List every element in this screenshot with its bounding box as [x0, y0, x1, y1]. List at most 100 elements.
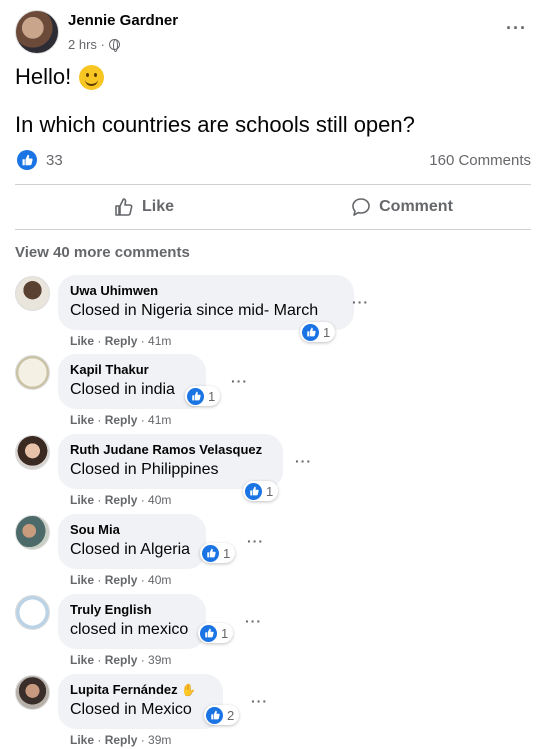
comment-reaction[interactable]: 1: [300, 322, 336, 342]
comment-text: Closed in Mexico: [70, 701, 192, 718]
commenter-avatar[interactable]: [15, 435, 50, 470]
commenter-avatar[interactable]: [15, 515, 50, 550]
comment-footer: Like · Reply · 41m: [70, 413, 172, 427]
comment-icon: [352, 198, 370, 216]
comment-text: Closed in Nigeria since mid- March: [70, 302, 319, 319]
divider: [15, 229, 531, 230]
commenter-avatar[interactable]: [15, 595, 50, 630]
like-reaction-icon: [200, 624, 217, 642]
comment-reaction[interactable]: 1: [243, 481, 279, 501]
comment-time[interactable]: 39m: [148, 733, 171, 747]
comment-button[interactable]: Comment: [273, 185, 531, 229]
commenter-name[interactable]: Ruth Judane Ramos Velasquez: [70, 442, 271, 457]
reaction-count: 1: [223, 545, 231, 561]
like-reaction-icon: [187, 387, 204, 405]
comment-reaction[interactable]: 2: [204, 705, 240, 725]
comment-text: Closed in Philippines: [70, 461, 219, 478]
comment-time[interactable]: 41m: [148, 413, 171, 427]
comment-like-link[interactable]: Like: [70, 573, 94, 587]
reaction-count: 1: [208, 388, 216, 404]
comment-options-icon[interactable]: ···: [231, 373, 248, 389]
thumbs-up-icon: [115, 198, 133, 216]
comments-count[interactable]: 160 Comments: [429, 152, 531, 169]
comment-like-link[interactable]: Like: [70, 733, 94, 747]
comment-reply-link[interactable]: Reply: [105, 413, 138, 427]
like-reaction-icon: [202, 544, 219, 562]
commenter-name[interactable]: Truly English: [70, 602, 194, 617]
comment-reaction[interactable]: 1: [198, 623, 234, 643]
comment-reply-link[interactable]: Reply: [105, 653, 138, 667]
comment-footer: Like · Reply · 39m: [70, 733, 172, 747]
comment-footer: Like · Reply · 41m: [70, 334, 172, 348]
comment-item: Uwa Uhimwen Closed in Nigeria since mid-…: [15, 275, 535, 356]
comment-options-icon[interactable]: ···: [245, 613, 262, 629]
comment-like-link[interactable]: Like: [70, 413, 94, 427]
comment-bubble: Truly English closed in mexico: [58, 594, 206, 649]
reaction-count: 1: [323, 324, 331, 340]
comment-text: closed in mexico: [70, 621, 189, 638]
like-button[interactable]: Like: [15, 185, 273, 229]
comment-bubble: Lupita Fernández ✋ Closed in Mexico: [58, 674, 223, 729]
comment-bubble: Sou Mia Closed in Algeria: [58, 514, 206, 569]
comment-time[interactable]: 40m: [148, 493, 171, 507]
author-avatar[interactable]: [15, 10, 59, 54]
waving-hand-icon: ✋: [181, 683, 197, 697]
commenter-name[interactable]: Uwa Uhimwen: [70, 283, 342, 298]
comment-options-icon[interactable]: ···: [295, 453, 312, 469]
post-greeting: Hello!: [15, 64, 72, 89]
comment-options-icon[interactable]: ···: [251, 693, 268, 709]
like-reaction-icon: [302, 323, 319, 341]
comment-item: Truly English closed in mexico 1 ··· Lik…: [15, 594, 535, 675]
comment-options-icon[interactable]: ···: [352, 294, 369, 310]
comment-footer: Like · Reply · 40m: [70, 493, 172, 507]
commenter-avatar[interactable]: [15, 355, 50, 390]
comment-reply-link[interactable]: Reply: [105, 733, 138, 747]
more-options-icon[interactable]: ···: [506, 18, 527, 39]
comment-bubble: Kapil Thakur Closed in india: [58, 354, 206, 409]
likes-count[interactable]: 33: [46, 152, 63, 169]
comment-like-link[interactable]: Like: [70, 334, 94, 348]
commenter-name-text[interactable]: Lupita Fernández: [70, 682, 178, 697]
like-reaction-icon: [206, 706, 223, 724]
comment-reaction[interactable]: 1: [185, 386, 221, 406]
post-header: Jennie Gardner 2 hrs · ···: [15, 10, 535, 60]
comment-time[interactable]: 40m: [148, 573, 171, 587]
like-label: Like: [141, 198, 174, 215]
comment-options-icon[interactable]: ···: [247, 533, 264, 549]
comment-reply-link[interactable]: Reply: [105, 573, 138, 587]
commenter-name[interactable]: Sou Mia: [70, 522, 194, 537]
reaction-count: 1: [266, 483, 274, 499]
post-time[interactable]: 2 hrs ·: [68, 37, 105, 52]
commenter-avatar[interactable]: [15, 675, 50, 710]
comment-item: Ruth Judane Ramos Velasquez Closed in Ph…: [15, 434, 535, 515]
globe-icon: [108, 39, 120, 52]
comment-reaction[interactable]: 1: [200, 543, 236, 563]
author-name[interactable]: Jennie Gardner: [68, 12, 178, 29]
comment-reply-link[interactable]: Reply: [105, 334, 138, 348]
comment-time[interactable]: 41m: [148, 334, 171, 348]
comment-footer: Like · Reply · 39m: [70, 653, 172, 667]
post-actions: Like Comment: [15, 185, 531, 229]
comment-item: Kapil Thakur Closed in india 1 ··· Like …: [15, 354, 535, 435]
commenter-name: Lupita Fernández ✋: [70, 682, 211, 697]
comment-like-link[interactable]: Like: [70, 493, 94, 507]
view-more-comments-link[interactable]: View 40 more comments: [15, 244, 190, 261]
post-meta: 2 hrs ·: [68, 37, 120, 52]
smiley-emoji-icon: [79, 64, 105, 90]
comment-reply-link[interactable]: Reply: [105, 493, 138, 507]
comment-item: Lupita Fernández ✋ Closed in Mexico 2 ··…: [15, 674, 535, 749]
comment-footer: Like · Reply · 40m: [70, 573, 172, 587]
comment-text: Closed in india: [70, 381, 175, 398]
post-text-line-1: Hello!: [15, 64, 105, 90]
comment-item: Sou Mia Closed in Algeria 1 ··· Like · R…: [15, 514, 535, 595]
reaction-count: 2: [227, 707, 235, 723]
comment-time[interactable]: 39m: [148, 653, 171, 667]
comment-like-link[interactable]: Like: [70, 653, 94, 667]
commenter-avatar[interactable]: [15, 276, 50, 311]
commenter-name[interactable]: Kapil Thakur: [70, 362, 194, 377]
comment-label: Comment: [379, 198, 453, 215]
reaction-count: 1: [221, 625, 229, 641]
comment-text: Closed in Algeria: [70, 541, 191, 558]
post-stats: 33 160 Comments: [15, 150, 531, 172]
like-reaction-icon[interactable]: [17, 150, 37, 170]
